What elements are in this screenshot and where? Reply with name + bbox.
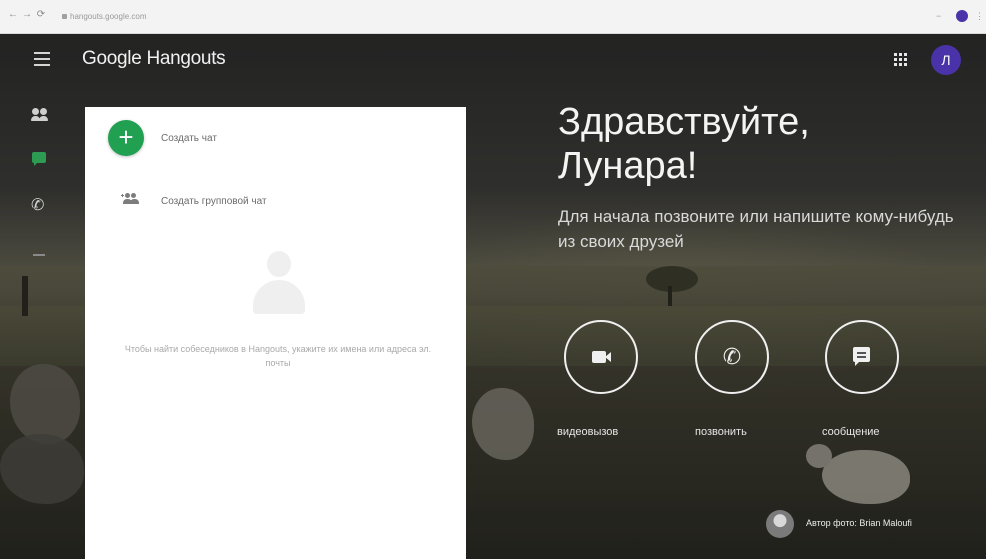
new-chat-label[interactable]: Создать чат bbox=[161, 133, 217, 144]
phone-icon: ✆ bbox=[722, 344, 742, 369]
apps-grid-icon[interactable] bbox=[894, 53, 908, 67]
phone-calls-icon[interactable]: ✆ bbox=[29, 196, 49, 216]
conversations-panel: + Создать чат Создать групповой чат Чтоб… bbox=[85, 107, 466, 559]
back-icon[interactable]: ← bbox=[8, 10, 18, 20]
greeting-title: Здравствуйте, Лунара! bbox=[558, 100, 810, 188]
browser-menu-icon[interactable]: ⋮ bbox=[975, 11, 984, 22]
reload-icon[interactable]: ⟳ bbox=[36, 10, 46, 20]
group-chat-icon[interactable] bbox=[121, 193, 141, 207]
greeting-line-1: Здравствуйте, bbox=[558, 101, 810, 143]
message-button[interactable] bbox=[825, 320, 899, 394]
main-menu-icon[interactable] bbox=[34, 52, 50, 66]
contacts-icon[interactable] bbox=[29, 106, 49, 126]
browser-toolbar: ← → ⟳ hangouts.google.com − ⋮ bbox=[0, 0, 986, 34]
address-bar[interactable]: hangouts.google.com bbox=[58, 11, 930, 23]
photographer-avatar[interactable] bbox=[766, 510, 794, 538]
message-label[interactable]: сообщение bbox=[822, 426, 880, 438]
voice-call-button[interactable]: ✆ bbox=[695, 320, 769, 394]
video-call-button[interactable] bbox=[564, 320, 638, 394]
rail-divider bbox=[33, 254, 45, 256]
account-avatar[interactable]: Л bbox=[931, 45, 961, 75]
video-call-label[interactable]: видеовызов bbox=[557, 426, 618, 438]
video-camera-icon bbox=[592, 351, 606, 363]
chats-icon[interactable] bbox=[29, 148, 49, 168]
greeting-subtitle: Для начала позвоните или напишите кому-н… bbox=[558, 207, 954, 251]
voice-call-label[interactable]: позвонить bbox=[695, 426, 747, 438]
photo-credit[interactable]: Автор фото: Brian Maloufi bbox=[806, 518, 912, 528]
hangouts-app: Google Hangouts Л ✆ + Создать чат Создат… bbox=[0, 34, 986, 559]
new-chat-button[interactable]: + bbox=[108, 120, 144, 156]
forward-icon[interactable]: → bbox=[22, 10, 32, 20]
browser-profile-avatar[interactable] bbox=[956, 10, 968, 22]
greeting-line-2: Лунара! bbox=[558, 145, 698, 187]
message-icon bbox=[853, 347, 870, 362]
empty-state-person-icon bbox=[246, 247, 312, 317]
new-group-chat-label[interactable]: Создать групповой чат bbox=[161, 196, 267, 207]
zoom-out-icon[interactable]: − bbox=[936, 11, 941, 21]
app-title: Google Hangouts bbox=[82, 48, 226, 69]
empty-state-hint: Чтобы найти собеседников в Hangouts, ука… bbox=[124, 344, 432, 368]
